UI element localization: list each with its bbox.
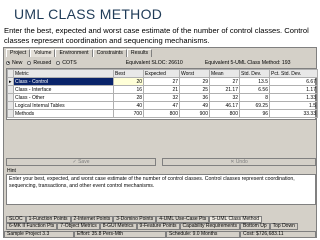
cell-pct-std-dev: 1.17 — [269, 85, 318, 94]
cell-metric[interactable]: Class - Other — [13, 93, 114, 102]
status-schedule: Schedule: 9.0 Months — [166, 231, 240, 238]
tab-top-down[interactable]: Top Down — [269, 223, 298, 230]
cell-best[interactable]: 16 — [113, 85, 144, 94]
status-effort: Effort: 35.8 Pers-Mth — [74, 231, 166, 238]
tab-uml-class-method[interactable]: 5-UML Class Method — [209, 216, 263, 223]
tab-mk-ii-function-pts[interactable]: 6-MK II Function Pts — [6, 223, 58, 230]
cell-best[interactable]: 700 — [113, 109, 144, 118]
tab-gui-metrics[interactable]: 8-GUI Metrics — [99, 223, 137, 230]
tab-function-points[interactable]: 1-Function Points — [25, 216, 71, 223]
cell-expected[interactable]: 27 — [143, 77, 180, 86]
radio-cots[interactable]: COTS — [56, 59, 77, 66]
col-header-metric[interactable]: Metric — [13, 69, 114, 78]
save-button[interactable]: ✓ Save — [6, 158, 156, 166]
status-bar: Sample Project 3.3 Effort: 35.8 Pers-Mth… — [4, 231, 316, 238]
cell-std-dev: 6.56 — [239, 85, 270, 94]
main-tabs: Project Volume Environment Constraints R… — [6, 49, 153, 57]
radio-dot-icon — [27, 60, 32, 65]
tab-project[interactable]: Project — [6, 49, 31, 57]
cell-best[interactable]: 40 — [113, 101, 144, 110]
table-row[interactable]: Class - Interface 16 21 25 21.17 6.56 1.… — [7, 85, 318, 94]
undo-button-label: Undo — [235, 159, 248, 165]
cell-mean: 21.17 — [209, 85, 240, 94]
metrics-grid: Metric Best Expected Worst Mean Std. Dev… — [6, 68, 318, 120]
tab-internet-points[interactable]: 2-Internet Points — [70, 216, 114, 223]
cell-worst[interactable]: 25 — [179, 85, 210, 94]
grid-actions: ✓ Save ✕ Undo — [6, 158, 316, 167]
cell-pct-std-dev: 1.33 — [269, 93, 318, 102]
cell-pct-std-dev: 33.33 — [269, 109, 318, 118]
cell-expected[interactable]: 800 — [143, 109, 180, 118]
status-project: Sample Project 3.3 — [4, 231, 74, 238]
cell-metric[interactable]: Methods — [13, 109, 114, 118]
radio-dot-icon — [56, 60, 61, 65]
cell-std-dev: 13.5 — [239, 77, 270, 86]
equivalent-uml-count: Equivalent 5-UML Class Method: 193 — [204, 59, 291, 66]
tab-results[interactable]: Results — [126, 49, 153, 57]
slide-description: Enter the best, expected and worst case … — [4, 26, 309, 45]
tab-volume[interactable]: Volume — [30, 49, 56, 57]
cell-expected[interactable]: 32 — [143, 93, 180, 102]
cell-std-dev: 69.25 — [239, 101, 270, 110]
grid-header-row: Metric Best Expected Worst Mean Std. Dev… — [7, 69, 318, 78]
cell-worst[interactable]: 900 — [179, 109, 210, 118]
cell-worst[interactable]: 29 — [179, 77, 210, 86]
tab-feature-points[interactable]: 9-Feature Points — [136, 223, 180, 230]
table-row[interactable]: Class - Other 28 32 36 32 8 1.33 — [7, 93, 318, 102]
cell-expected[interactable]: 21 — [143, 85, 180, 94]
hint-box: Enter your best, expected, and worst cas… — [6, 174, 316, 205]
status-cost: Cost: $726,683.11 — [240, 231, 316, 238]
cell-pct-std-dev: 6.67 — [269, 77, 318, 86]
equivalent-sloc: Equivalent SLOC: 26610 — [125, 59, 183, 66]
estimation-app-window: Project Volume Environment Constraints R… — [3, 47, 318, 238]
radio-dot-icon — [6, 60, 10, 65]
cell-metric[interactable]: Class - Interface — [13, 85, 114, 94]
cell-metric[interactable]: Class - Control — [13, 77, 114, 86]
tab-environment[interactable]: Environment — [55, 49, 93, 57]
method-tabs-row-1: SLOC 1-Function Points 2-Internet Points… — [6, 216, 316, 223]
table-row[interactable]: ▸ Class - Control 20 27 29 27 13.5 6.67 — [7, 77, 318, 86]
tab-bottom-up[interactable]: Bottom Up — [240, 223, 270, 230]
col-header-worst[interactable]: Worst — [179, 69, 210, 78]
cell-worst[interactable]: 49 — [179, 101, 210, 110]
cell-worst[interactable]: 36 — [179, 93, 210, 102]
method-tabs-row-2: 6-MK II Function Pts 7-Object Metrics 8-… — [6, 223, 316, 230]
cell-best[interactable]: 28 — [113, 93, 144, 102]
tab-object-metrics[interactable]: 7-Object Metrics — [57, 223, 100, 230]
tab-domino-points[interactable]: 3-Domino Points — [113, 216, 157, 223]
undo-button[interactable]: ✕ Undo — [162, 158, 316, 166]
cell-expected[interactable]: 47 — [143, 101, 180, 110]
tab-constraints[interactable]: Constraints — [92, 49, 127, 57]
cell-mean: 27 — [209, 77, 240, 86]
cell-mean: 800 — [209, 109, 240, 118]
cell-mean: 46.17 — [209, 101, 240, 110]
col-header-std-dev[interactable]: Std. Dev. — [239, 69, 270, 78]
cell-std-dev: 8 — [239, 93, 270, 102]
cell-metric[interactable]: Logical Internal Tables — [13, 101, 114, 110]
radio-reused-label: Reused — [33, 59, 52, 66]
save-button-label: Save — [78, 159, 90, 165]
radio-new[interactable]: New — [6, 60, 22, 66]
tab-capability-requirements[interactable]: Capability Requirements — [179, 223, 240, 230]
volume-controls: New Reused COTS Equivalent SLOC: 26610 E… — [6, 58, 316, 67]
table-row[interactable]: Logical Internal Tables 40 47 49 46.17 6… — [7, 101, 318, 110]
cell-best[interactable]: 20 — [113, 77, 144, 86]
table-row[interactable]: Methods 700 800 900 800 96 33.33 — [7, 109, 318, 118]
method-tabs: SLOC 1-Function Points 2-Internet Points… — [6, 216, 316, 230]
radio-reused[interactable]: Reused — [27, 60, 51, 66]
tab-sloc[interactable]: SLOC — [6, 216, 26, 223]
cell-mean: 32 — [209, 93, 240, 102]
col-header-best[interactable]: Best — [113, 69, 144, 78]
slide-title: UML CLASS METHOD — [14, 6, 163, 22]
cell-std-dev: 96 — [239, 109, 270, 118]
col-header-pct-std-dev[interactable]: Pct. Std. Dev. — [269, 69, 318, 78]
tab-uml-use-case-pts[interactable]: 4-UML Use-Case Pts — [156, 216, 210, 223]
cell-pct-std-dev: 1.5 — [269, 101, 318, 110]
radio-new-label: New — [12, 59, 23, 66]
col-header-expected[interactable]: Expected — [143, 69, 180, 78]
radio-cots-label: COTS — [62, 59, 77, 66]
col-header-mean[interactable]: Mean — [209, 69, 240, 78]
